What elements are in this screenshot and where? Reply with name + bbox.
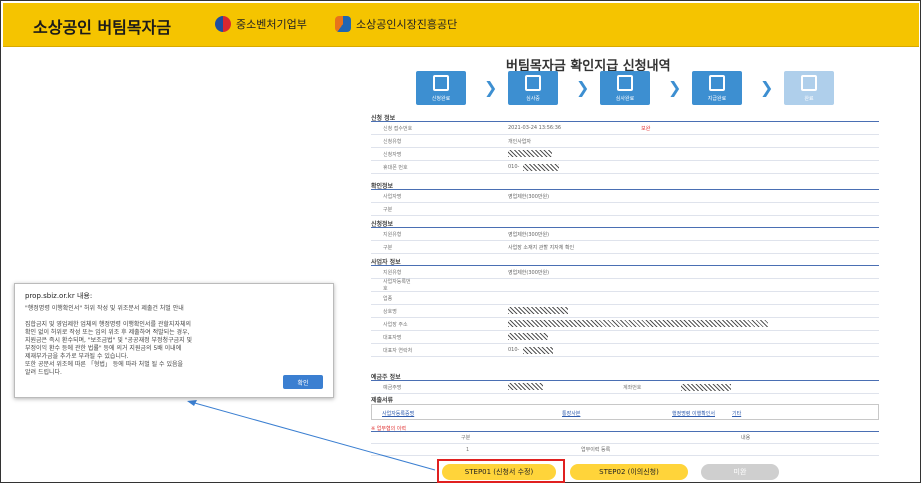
table-row: 구분 사업장 소재지 관할 지자체 확인 bbox=[371, 241, 879, 254]
dialog-title: prop.sbiz.or.kr 내용: bbox=[25, 292, 93, 300]
table-row: 신청자명 bbox=[371, 148, 879, 161]
table-row: 사업장 주소 bbox=[371, 318, 879, 331]
chevron-right-icon: ❯ bbox=[760, 78, 774, 97]
table-row: 사업자명 영업제한(300만원) bbox=[371, 190, 879, 203]
brand-title[interactable]: 소상공인 버팀목자금 bbox=[33, 14, 171, 38]
redacted-block bbox=[523, 346, 554, 354]
step-label: 지급완료 bbox=[707, 96, 727, 102]
table-row: 예금주명 계좌번호 bbox=[371, 381, 879, 394]
progress-steps: 신청완료 ❯ 심사중 ❯ 심사완료 ❯ 지급완료 ❯ 완료 bbox=[416, 71, 836, 107]
table-row: 휴대폰 번호 010- bbox=[371, 161, 879, 174]
step-label: 완료 bbox=[804, 96, 814, 102]
agency-logo: 소상공인시장진흥공단 bbox=[335, 16, 457, 32]
step2-objection-button[interactable]: STEP02 (이의신청) bbox=[570, 464, 688, 480]
table-row: 대표자명 bbox=[371, 331, 879, 344]
alert-dialog: prop.sbiz.or.kr 내용: "행정명령 이행확인서" 허위 작성 및… bbox=[14, 283, 334, 398]
dialog-message: "행정명령 이행확인서" 허위 작성 및 위조분서 제출건 처벌 안내 집합금지… bbox=[25, 305, 193, 376]
agency-logo-icon bbox=[335, 16, 351, 32]
step-label: 심사중 bbox=[526, 96, 540, 102]
chevron-right-icon: ❯ bbox=[484, 78, 498, 97]
document-icon bbox=[801, 75, 817, 91]
document-link[interactable]: 행정명령 이행확인서 bbox=[672, 410, 715, 417]
step-1: 신청완료 bbox=[416, 71, 466, 105]
section-title: 제출서류 bbox=[371, 397, 394, 404]
step-4: 지급완료 bbox=[692, 71, 742, 105]
redacted-block bbox=[508, 306, 568, 314]
table-row: 상호명 bbox=[371, 305, 879, 318]
site-header: 소상공인 버팀목자금 중소벤처기업부 소상공인시장진흥공단 bbox=[3, 3, 919, 47]
table-row: 사업자등록번호 bbox=[371, 279, 879, 292]
request-table: 지원유형 영업제한(300만원) 구분 사업장 소재지 관할 지자체 확인 bbox=[371, 227, 879, 254]
depositor-table: 예금주명 계좌번호 bbox=[371, 380, 879, 394]
table-row: 1 업무이력 등록 bbox=[371, 444, 879, 456]
document-icon bbox=[433, 75, 449, 91]
page: 소상공인 버팀목자금 중소벤처기업부 소상공인시장진흥공단 버팀목자금 확인지급… bbox=[0, 0, 921, 483]
document-icon bbox=[709, 75, 725, 91]
step-label: 심사완료 bbox=[615, 96, 635, 102]
document-icon bbox=[617, 75, 633, 91]
redacted-block bbox=[508, 319, 768, 327]
document-link[interactable]: 통장사본 bbox=[562, 410, 580, 417]
step-3: 심사완료 bbox=[600, 71, 650, 105]
ministry-logo: 중소벤처기업부 bbox=[215, 16, 307, 32]
application-date: 2021-03-24 13:56:36 bbox=[508, 125, 562, 131]
redacted-block bbox=[508, 382, 543, 390]
highlight-box bbox=[437, 459, 565, 483]
table-row: 지원유형 영업제한(300만원) bbox=[371, 266, 879, 279]
document-link[interactable]: 기타 bbox=[732, 410, 741, 417]
redacted-block bbox=[508, 149, 552, 157]
redacted-block bbox=[681, 383, 732, 391]
application-info-table: 신청 접수번호 2021-03-24 13:56:36 보완 신청유형 개인사업자 신… bbox=[371, 121, 879, 174]
chevron-right-icon: ❯ bbox=[576, 78, 590, 97]
table-row: 업종 bbox=[371, 292, 879, 305]
table-row: 신청유형 개인사업자 bbox=[371, 135, 879, 148]
agency-logo-label: 소상공인시장진흥공단 bbox=[356, 18, 458, 31]
status-badge: 보완 bbox=[641, 125, 651, 132]
step-5: 완료 bbox=[784, 71, 834, 105]
table-row: 구분 bbox=[371, 203, 879, 216]
table-row: 신청 접수번호 2021-03-24 13:56:36 보완 bbox=[371, 122, 879, 135]
phone-prefix: 010- bbox=[508, 164, 520, 170]
history-table: 구분 내용 1 업무이력 등록 bbox=[371, 431, 879, 457]
incomplete-button[interactable]: 미완 bbox=[701, 464, 779, 480]
confirmation-table: 사업자명 영업제한(300만원) 구분 bbox=[371, 189, 879, 216]
phone-prefix: 010- bbox=[508, 347, 520, 353]
ministry-logo-label: 중소벤처기업부 bbox=[236, 18, 307, 31]
table-row: 구분 내용 bbox=[371, 432, 879, 444]
ministry-logo-icon bbox=[215, 16, 231, 32]
business-info-table: 지원유형 영업제한(300만원) 사업자등록번호 업종 상호명 사업장 주소 대표… bbox=[371, 265, 879, 357]
documents-box: 사업자등록증명 통장사본 행정명령 이행확인서 기타 bbox=[371, 404, 879, 420]
step-2: 심사중 bbox=[508, 71, 558, 105]
dialog-ok-button[interactable]: 확인 bbox=[283, 375, 323, 389]
redacted-block bbox=[523, 163, 560, 171]
chevron-right-icon: ❯ bbox=[668, 78, 682, 97]
table-row: 대표자 연락처 010- bbox=[371, 344, 879, 357]
table-row: 지원유형 영업제한(300만원) bbox=[371, 228, 879, 241]
step-label: 신청완료 bbox=[431, 96, 451, 102]
document-link[interactable]: 사업자등록증명 bbox=[382, 410, 414, 417]
redacted-block bbox=[508, 332, 548, 340]
document-icon bbox=[525, 75, 541, 91]
